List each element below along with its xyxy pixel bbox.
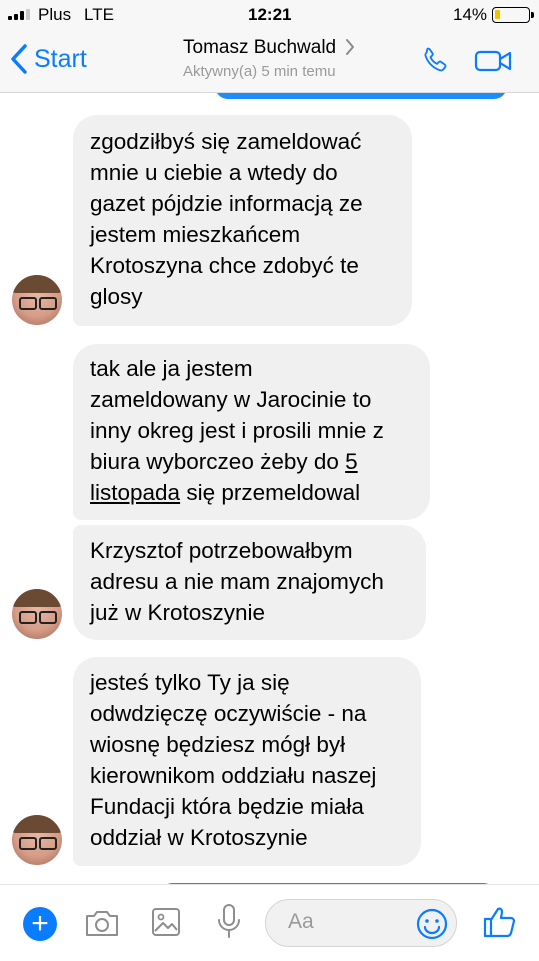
outgoing-message-bubble[interactable] <box>215 93 507 99</box>
status-bar: Plus LTE 12:21 14% <box>0 0 539 30</box>
conversation-header: Start Tomasz Buchwald Aktywny(a) 5 min t… <box>0 30 539 93</box>
message-input[interactable]: Aa <box>265 899 457 947</box>
contact-avatar[interactable] <box>12 815 62 865</box>
clock: 12:21 <box>248 5 292 24</box>
camera-icon[interactable] <box>84 908 120 938</box>
back-button[interactable]: Start <box>10 44 87 74</box>
message-text: się przemeldowal <box>180 480 361 505</box>
microphone-icon[interactable] <box>216 903 242 941</box>
incoming-message-bubble[interactable]: Krzysztof potrzebowałbym adresu a nie ma… <box>73 525 426 640</box>
chevron-left-icon <box>11 44 27 74</box>
signal-strength-icon <box>8 9 30 20</box>
message-text: tak ale ja jestem zameldowany w Jarocini… <box>90 356 384 474</box>
contact-avatar[interactable] <box>12 275 62 325</box>
chevron-right-icon[interactable] <box>344 38 356 56</box>
thumbs-up-icon[interactable] <box>482 905 516 939</box>
plus-icon[interactable]: + <box>23 907 57 941</box>
phone-icon[interactable] <box>418 44 452 78</box>
presence-status: Aktywny(a) 5 min temu <box>183 63 336 80</box>
incoming-message-bubble[interactable]: jesteś tylko Ty ja się odwdzięczę oczywi… <box>73 657 421 866</box>
message-composer: + Aa <box>0 884 539 961</box>
back-label: Start <box>34 44 87 73</box>
incoming-message-bubble[interactable]: zgodziłbyś się zameldować mnie u ciebie … <box>73 115 412 326</box>
video-camera-icon[interactable] <box>474 49 514 73</box>
contact-name[interactable]: Tomasz Buchwald <box>183 37 336 59</box>
message-list[interactable]: zgodziłbyś się zameldować mnie u ciebie … <box>0 93 539 884</box>
network-label: LTE <box>84 5 114 24</box>
battery-icon <box>492 7 534 23</box>
carrier-label: Plus <box>38 5 72 24</box>
battery-percent: 14% <box>453 5 488 24</box>
contact-avatar[interactable] <box>12 589 62 639</box>
emoji-icon[interactable] <box>416 908 448 940</box>
image-icon[interactable] <box>151 907 181 937</box>
message-input-placeholder: Aa <box>288 910 314 933</box>
incoming-message-bubble[interactable]: tak ale ja jestem zameldowany w Jarocini… <box>73 344 430 520</box>
